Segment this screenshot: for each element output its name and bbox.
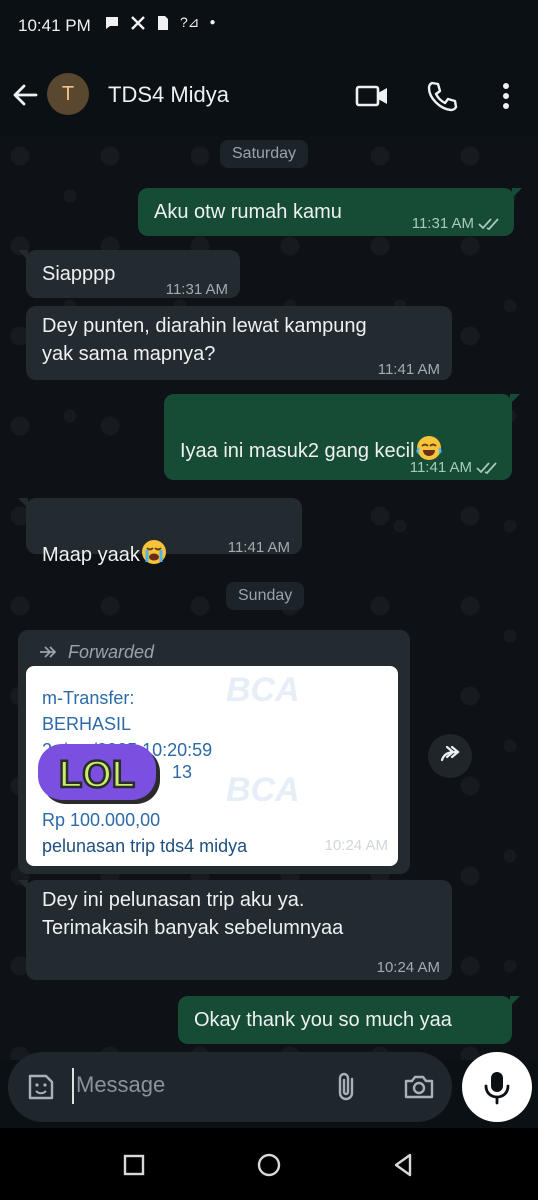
share-forward-icon	[440, 745, 460, 762]
bubble-tail	[18, 250, 28, 260]
message-meta: 11:31 AM	[166, 276, 228, 304]
bubble-tail	[510, 394, 520, 404]
system-nav-bar	[0, 1128, 538, 1200]
message-text: Siapppp	[42, 263, 116, 285]
receipt-line: BERHASIL	[42, 714, 132, 734]
message-time: 11:31 AM	[165, 281, 228, 298]
message-composer[interactable]: Message	[8, 1052, 452, 1122]
outgoing-message[interactable]: Okay thank you so much yaa	[178, 996, 520, 1044]
paperclip-icon[interactable]	[330, 1070, 364, 1104]
back-arrow-icon[interactable]	[10, 78, 40, 112]
message-time: 11:41 AM	[227, 539, 290, 556]
lol-sticker-text: LOL	[59, 754, 135, 796]
signal-icon: ?⊿	[180, 14, 200, 30]
message-meta: 11:41 AM	[378, 356, 440, 384]
forwarded-image-message[interactable]: Forwarded BCA BCA m-Transfer: BERHASIL 2…	[18, 630, 410, 874]
forwarded-text: Forwarded	[68, 642, 155, 662]
x-logo-icon	[131, 15, 145, 30]
receipt-line: 13	[172, 762, 193, 782]
bubble-tail	[512, 188, 522, 198]
chat-bubble-icon	[106, 16, 118, 29]
bca-watermark: BCA	[226, 771, 300, 809]
message-line: Maap yaak	[42, 510, 168, 569]
image-time: 10:24 AM	[324, 837, 388, 854]
message-meta: 10:24 AM	[377, 954, 440, 982]
incoming-message[interactable]: Dey ini pelunasan trip aku ya. Terimakas…	[18, 880, 452, 982]
more-options-icon[interactable]	[488, 78, 524, 114]
message-text: Aku otw rumah kamu	[154, 201, 342, 223]
forwarded-label: Forwarded	[38, 638, 154, 666]
home-circle-icon[interactable]	[254, 1150, 284, 1180]
incoming-message[interactable]: Dey punten, diarahin lewat kampung yak s…	[26, 306, 452, 380]
dot-icon: ●	[209, 17, 216, 28]
incoming-message[interactable]: Maap yaak 11:41 AM	[18, 498, 302, 566]
message-line: Iyaa ini masuk2 gang kecil	[180, 406, 443, 465]
receipt-line: pelunasan trip tds4 midya	[42, 836, 248, 856]
bca-watermark: BCA	[226, 671, 300, 709]
bubble-tail	[510, 996, 520, 1006]
microphone-icon	[484, 1072, 510, 1105]
message-time: 11:41 AM	[377, 361, 440, 378]
receipt-line: Rp 100.000,00	[42, 810, 161, 830]
message-text: Iyaa ini masuk2 gang kecil	[180, 440, 415, 462]
text-cursor	[72, 1068, 74, 1104]
day-separator: Saturday	[220, 140, 309, 168]
avatar[interactable]: T	[47, 73, 89, 115]
message-time: 11:31 AM	[411, 215, 474, 232]
incoming-message[interactable]: Siapppp 11:31 AM	[18, 250, 240, 298]
status-time: 10:41 PM	[18, 16, 91, 35]
outgoing-message[interactable]: Iyaa ini masuk2 gang kecil 11:41 AM	[164, 394, 520, 482]
voice-message-button[interactable]	[462, 1052, 532, 1122]
contact-name[interactable]: TDS4 Midya	[108, 82, 229, 108]
forwarded-arrows-icon	[40, 646, 57, 658]
message-text: Okay thank you so much yaa	[194, 1009, 452, 1031]
lol-sticker-icon: LOL	[38, 744, 160, 804]
double-check-icon	[476, 462, 497, 475]
recents-square-icon[interactable]	[119, 1150, 149, 1180]
video-call-icon[interactable]	[354, 78, 390, 114]
message-text: Dey punten, diarahin lewat kampung yak s…	[42, 315, 367, 365]
bubble-tail	[18, 880, 28, 890]
day-separator: Sunday	[226, 582, 305, 610]
sim-card-icon	[158, 15, 168, 30]
crying-face-emoji-icon	[141, 540, 166, 564]
chat-header: T TDS4 Midya	[0, 56, 538, 136]
receipt-line: m-Transfer:	[42, 688, 135, 708]
status-bar: 10:41 PM ?⊿ ●	[0, 0, 538, 56]
bubble-tail	[18, 498, 28, 508]
status-icons: ?⊿ ●	[104, 14, 216, 31]
chat-area[interactable]: Saturday Aku otw rumah kamu 11:31 AM Sia…	[0, 136, 538, 1060]
outgoing-message[interactable]: Aku otw rumah kamu 11:31 AM	[138, 188, 522, 238]
message-text: Maap yaak	[42, 544, 140, 566]
message-time: 10:24 AM	[376, 959, 440, 976]
back-triangle-icon[interactable]	[388, 1150, 418, 1180]
message-text: Dey ini pelunasan trip aku ya. Terimakas…	[42, 889, 344, 939]
message-time: 11:41 AM	[409, 459, 472, 476]
forward-share-button[interactable]	[428, 734, 472, 778]
double-check-icon	[478, 218, 499, 231]
message-meta: 11:31 AM	[412, 210, 502, 238]
message-input[interactable]: Message	[76, 1072, 165, 1098]
sticker-emoji-icon[interactable]	[24, 1070, 58, 1104]
message-meta: 11:41 AM	[228, 534, 290, 562]
receipt-image[interactable]: BCA BCA m-Transfer: BERHASIL 2_/_ _/2025…	[26, 666, 398, 866]
phone-call-icon[interactable]	[424, 78, 460, 114]
message-meta: 11:41 AM	[410, 454, 500, 482]
camera-icon[interactable]	[402, 1070, 436, 1104]
